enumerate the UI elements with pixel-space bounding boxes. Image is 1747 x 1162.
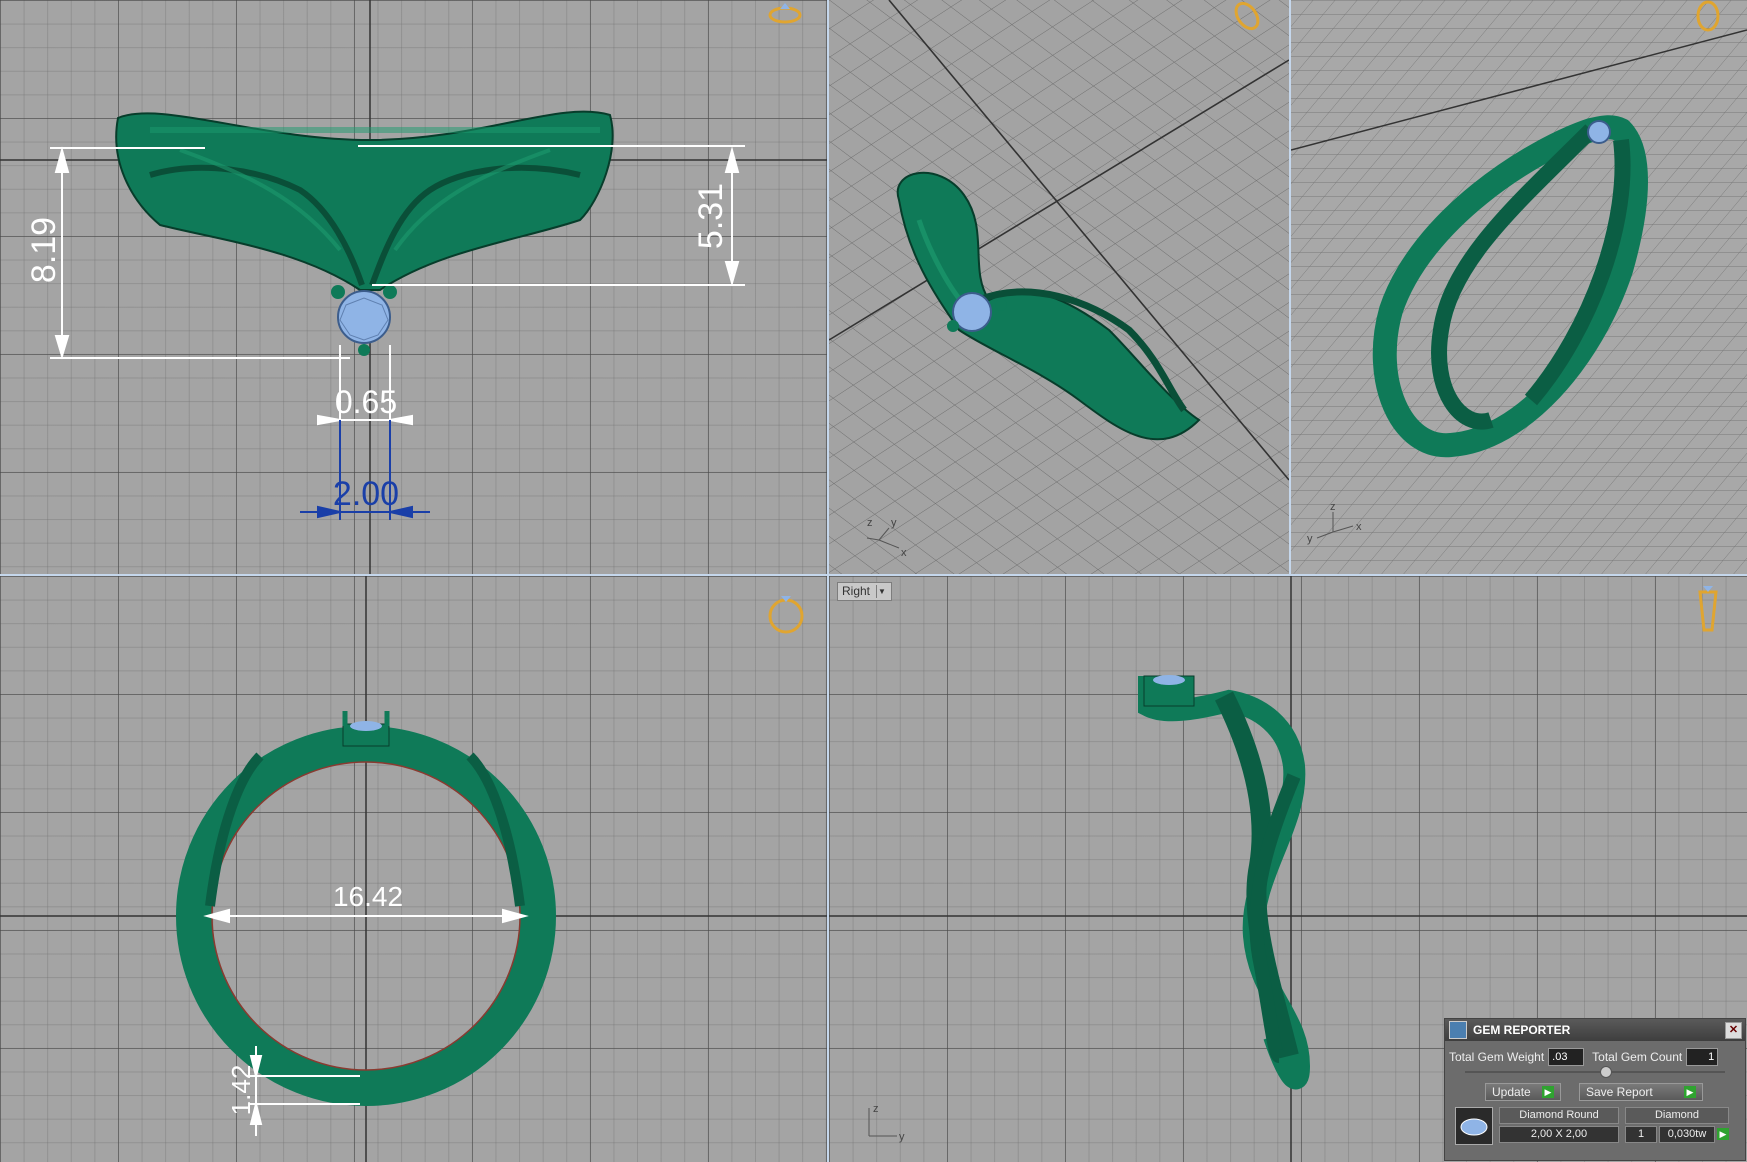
svg-text:y: y [1307,533,1313,545]
play-icon[interactable]: ▶ [1717,1128,1729,1140]
panel-slider-track[interactable] [1465,1066,1725,1078]
dim-stone-width: 2.00 [333,475,399,513]
svg-text:z: z [873,1103,879,1115]
viewport-divider-vertical[interactable] [827,0,829,1162]
dim-inner-diameter: 16.42 [333,881,403,912]
save-report-button[interactable]: Save Report ▶ [1579,1083,1703,1101]
update-button[interactable]: Update ▶ [1485,1083,1561,1101]
dim-height-upper: 5.31 [692,183,730,249]
gem-material-header: Diamond [1625,1107,1729,1124]
viewport-front[interactable]: 8.19 5.31 0.65 2.00 [0,0,827,574]
gem-front [337,290,391,344]
dim-height-total: 8.19 [25,217,63,283]
gem-reporter-titlebar[interactable]: GEM REPORTER ✕ [1445,1019,1745,1041]
viewport-divider-horizontal[interactable] [0,574,1747,576]
gem-shape-header: Diamond Round [1499,1107,1619,1124]
update-label: Update [1492,1085,1531,1099]
total-gem-weight-label: Total Gem Weight [1449,1050,1545,1064]
axis-widget-persp2: z y x [1303,500,1373,553]
viewport-label-text: Right [842,584,871,598]
gem-reporter-title: GEM REPORTER [1473,1023,1571,1037]
gem-reporter-panel: GEM REPORTER ✕ Total Gem Weight .03 Tota… [1444,1018,1746,1161]
viewport-perspective-2[interactable]: z y x [1291,0,1747,574]
viewport-perspective-1[interactable]: z y x [829,0,1289,574]
dim-band-thickness: 1.42 [226,1065,256,1116]
ring-nav-icon[interactable] [1698,586,1718,632]
gem-persp2 [1587,120,1611,144]
top-view-scene: 16.42 1.42 [0,576,827,1162]
panel-slider-handle[interactable] [1600,1066,1612,1078]
total-gem-count-field[interactable]: 1 [1686,1048,1719,1066]
svg-text:y: y [891,517,897,529]
front-view-scene: 8.19 5.31 0.65 2.00 [0,0,827,574]
viewport-label-right[interactable]: Right ▼ [837,582,893,601]
viewport-divider-vertical-2[interactable] [1289,0,1291,574]
gem-reporter-totals: Total Gem Weight .03 Total Gem Count 1 [1449,1047,1741,1067]
svg-text:x: x [901,547,907,558]
perspective1-scene [829,0,1289,574]
gem-count-value: 1 [1625,1126,1657,1143]
gem-weight-value: 0,030tw [1659,1126,1715,1143]
svg-text:x: x [1356,521,1362,533]
close-icon[interactable]: ✕ [1725,1021,1742,1039]
gem-size-value: 2,00 X 2,00 [1499,1126,1619,1143]
gem-reporter-actions: Update ▶ Save Report ▶ [1485,1083,1735,1101]
svg-text:z: z [1330,501,1336,513]
play-icon: ▶ [1542,1086,1554,1098]
total-gem-count-label: Total Gem Count [1592,1050,1683,1064]
perspective2-scene [1291,0,1747,574]
viewport-top[interactable]: 16.42 1.42 [0,576,827,1162]
svg-text:y: y [899,1131,905,1143]
ring-nav-icon[interactable] [768,3,802,24]
gem-reporter-logo-icon [1449,1021,1467,1039]
gem-thumbnail-icon [1455,1107,1493,1145]
chevron-down-icon[interactable]: ▼ [876,585,887,598]
svg-text:z: z [867,517,873,529]
axis-widget-persp1: z y x [859,508,919,561]
total-gem-weight-field[interactable]: .03 [1548,1048,1585,1066]
ring-nav-icon[interactable] [768,596,804,634]
gem-list-row[interactable]: Diamond Round 2,00 X 2,00 Diamond 1 0,03… [1455,1107,1739,1151]
play-icon: ▶ [1684,1086,1696,1098]
save-report-label: Save Report [1586,1085,1653,1099]
ring-front-shape [115,110,614,291]
axis-widget-right: z y [859,1100,919,1153]
dim-prong-gap: 0.65 [335,384,397,420]
